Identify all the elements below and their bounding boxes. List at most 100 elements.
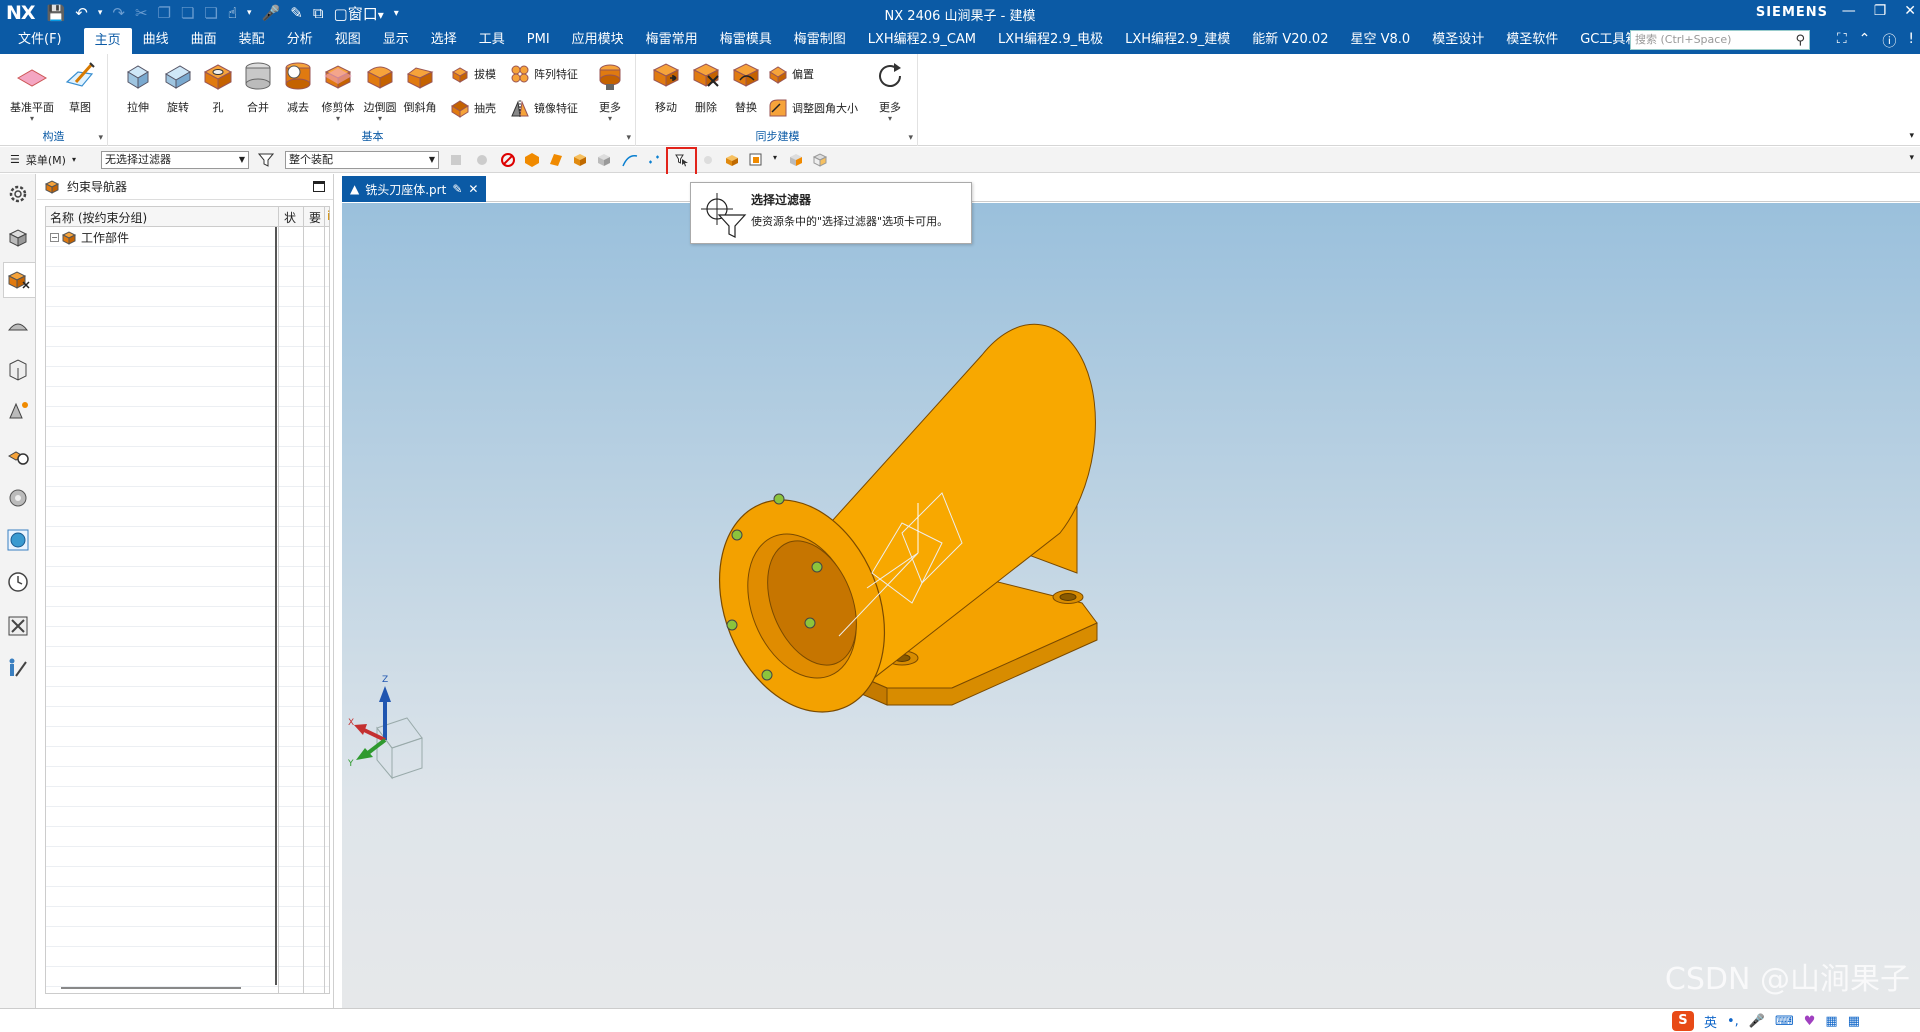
microphone-icon[interactable]: 🎤 (1749, 1014, 1765, 1029)
keyboard-icon[interactable]: ⌨ (1775, 1014, 1794, 1029)
collapse-ribbon-icon[interactable]: ⌃ (1859, 31, 1871, 51)
move-face-button[interactable]: 移动 (646, 60, 686, 115)
tab-meilei-drafting[interactable]: 梅雷制图 (783, 26, 857, 54)
type-filter-select[interactable]: 无选择过滤器 ▼ (101, 151, 249, 169)
punctuation-icon[interactable]: •, (1727, 1014, 1739, 1029)
tab-view[interactable]: 视图 (324, 26, 372, 54)
sync-more-button[interactable]: 更多 ▾ (870, 60, 910, 123)
select-component-icon[interactable] (474, 152, 490, 168)
column-header-info[interactable]: i (327, 209, 330, 223)
select-solid-icon[interactable] (572, 152, 588, 168)
tab-home[interactable]: 主页 (83, 28, 132, 54)
tab-lxh-electrode[interactable]: LXH编程2.9_电极 (987, 26, 1114, 54)
command-search-input[interactable]: 搜索 (Ctrl+Space) ⚲ (1630, 30, 1810, 50)
snap-disabled-icon[interactable] (700, 152, 716, 168)
web-browser-icon[interactable] (6, 444, 30, 468)
window-switch-icon[interactable]: ⧉ (313, 4, 324, 22)
close-icon[interactable]: ✕ (468, 182, 478, 196)
ime-language[interactable]: 英 (1704, 1012, 1717, 1031)
horizontal-scrollbar[interactable] (61, 987, 241, 989)
tab-display[interactable]: 显示 (372, 26, 420, 54)
save-icon[interactable]: 💾 (47, 4, 66, 22)
part-navigator-icon[interactable] (6, 314, 30, 338)
tab-select[interactable]: 选择 (420, 26, 468, 54)
select-plane-icon[interactable] (748, 152, 764, 168)
sogou-logo[interactable]: S (1671, 1011, 1694, 1031)
tab-lxh-cam[interactable]: LXH编程2.9_CAM (857, 26, 987, 54)
copy-icon[interactable]: ❐ (158, 4, 171, 22)
globe-icon[interactable] (6, 528, 30, 552)
tab-mosheng-design[interactable]: 模圣设计 (1421, 26, 1495, 54)
select-body-icon[interactable] (524, 152, 540, 168)
tab-analysis[interactable]: 分析 (276, 26, 324, 54)
select-point-icon[interactable] (646, 152, 662, 168)
selection-scope-select[interactable]: 整个装配 ▼ (285, 151, 439, 169)
unite-button[interactable]: 合并 (238, 60, 278, 115)
select-assembly-icon[interactable] (724, 152, 740, 168)
draft-button[interactable]: 拔模 (450, 62, 496, 86)
tab-meilei-common[interactable]: 梅雷常用 (635, 26, 709, 54)
shell-button[interactable]: 抽壳 (450, 96, 496, 120)
chamfer-button[interactable]: 倒斜角 (400, 60, 440, 115)
filter-funnel-icon[interactable] (258, 152, 274, 168)
tab-curve[interactable]: 曲线 (132, 26, 180, 54)
paste-special-icon[interactable]: ❏ (204, 4, 217, 22)
close-icon[interactable]: ✕ (1904, 3, 1916, 19)
tab-pmi[interactable]: PMI (516, 26, 561, 54)
select-face-icon[interactable] (548, 152, 564, 168)
select-face-group-icon[interactable] (788, 152, 804, 168)
navigator-tree[interactable]: 名称 (按约束分组) 状 要 i − 工作部件 (45, 206, 330, 994)
tab-assembly[interactable]: 装配 (228, 26, 276, 54)
resize-blend-button[interactable]: 调整圆角大小 (768, 96, 858, 120)
graphics-viewport[interactable]: Z X Y CSDN @山涧果子 (342, 203, 1920, 1008)
select-feature-icon[interactable] (448, 152, 464, 168)
reuse-library-icon[interactable] (6, 358, 30, 382)
help-icon[interactable]: ⓘ (1882, 31, 1896, 51)
column-header-name[interactable]: 名称 (按约束分组) (50, 209, 147, 226)
constraint-navigator-tab[interactable] (3, 262, 35, 298)
assembly-navigator-icon[interactable] (6, 226, 30, 250)
file-menu[interactable]: 文件(F) (0, 26, 84, 54)
select-curve-icon[interactable] (622, 152, 638, 168)
tab-mosheng-software[interactable]: 模圣软件 (1495, 26, 1569, 54)
role-icon[interactable] (6, 656, 30, 680)
skin-icon[interactable]: ♥ (1804, 1014, 1816, 1029)
subtract-button[interactable]: 减去 (278, 60, 318, 115)
chevron-down-icon[interactable]: ▾ (98, 133, 103, 143)
minimize-icon[interactable]: — (1842, 3, 1856, 19)
edge-blend-button[interactable]: 边倒圆 ▾ (360, 60, 400, 123)
restore-icon[interactable]: ❐ (1874, 3, 1887, 19)
tab-lxh-modeling[interactable]: LXH编程2.9_建模 (1114, 26, 1241, 54)
pattern-feature-button[interactable]: 阵列特征 (510, 62, 578, 86)
search-icon[interactable]: ⚲ (1795, 32, 1805, 50)
datum-plane-button[interactable]: 基准平面 ▾ (10, 60, 54, 123)
column-header-status[interactable]: 状 (284, 209, 296, 226)
clock-icon[interactable] (6, 570, 30, 594)
customize-qat-icon[interactable]: ▾ (394, 8, 399, 19)
tree-row-work-part[interactable]: − 工作部件 (50, 229, 129, 246)
tab-xingkong[interactable]: 星空 V8.0 (1339, 26, 1421, 54)
selbar-options-icon[interactable]: ▾ (1909, 153, 1914, 163)
tab-nengxin[interactable]: 能新 V20.02 (1241, 26, 1339, 54)
hole-button[interactable]: 孔 (198, 60, 238, 115)
chevron-down-icon[interactable]: ▾ (626, 133, 631, 143)
touch-dropdown-icon[interactable]: ▾ (247, 8, 252, 18)
tab-meilei-mold[interactable]: 梅雷模具 (709, 26, 783, 54)
trim-body-button[interactable]: 修剪体 ▾ (318, 60, 358, 123)
mirror-feature-button[interactable]: 镜像特征 (510, 96, 578, 120)
hd3d-tools-icon[interactable] (6, 400, 30, 424)
collapse-icon[interactable]: − (50, 233, 59, 242)
offset-region-button[interactable]: 偏置 (768, 62, 814, 86)
deselect-all-icon[interactable] (500, 152, 516, 168)
tools-icon[interactable] (6, 614, 30, 638)
fullscreen-icon[interactable]: ⛶ (1837, 31, 1847, 51)
paste-icon[interactable]: ❏ (181, 4, 194, 22)
window-menu[interactable]: ▢窗口▾ (334, 3, 384, 24)
cut-icon[interactable]: ✂ (135, 4, 148, 22)
chevron-down-icon[interactable]: ▾ (773, 153, 777, 162)
microphone-icon[interactable]: 🎤 (262, 4, 281, 22)
gear-icon[interactable] (6, 182, 30, 206)
touch-mode-icon[interactable]: ☝ (228, 4, 237, 22)
extrude-button[interactable]: 拉伸 (118, 60, 158, 115)
maximize-icon[interactable] (313, 181, 325, 192)
